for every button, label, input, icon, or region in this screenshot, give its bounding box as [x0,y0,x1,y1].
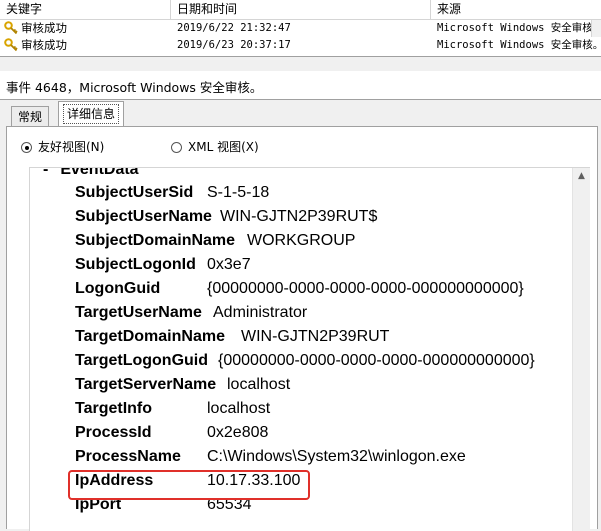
field-value: localhost [227,376,291,393]
field-value: 0x2e808 [207,424,269,441]
key-icon [4,38,18,52]
field-name: LogonGuid [75,280,161,297]
row-keyword-cell: 审核成功 [4,20,169,36]
field-name: SubjectDomainName [75,232,236,249]
field-value: 0x3e7 [207,256,251,273]
tab-general[interactable]: 常规 [11,106,50,126]
event-list-row[interactable]: 审核成功 2019/6/23 20:37:17 Microsoft Window… [0,37,601,53]
pane-splitter[interactable] [0,57,601,71]
tab-details[interactable]: 详细信息 [58,101,125,127]
field-name: TargetInfo [75,400,153,417]
event-title-bar: 事件 4648，Microsoft Windows 安全审核。 [0,71,601,100]
detail-tabs: 常规 详细信息 [0,100,601,127]
field-value: WORKGROUP [247,232,356,249]
field-value: S-1-5-18 [207,184,270,201]
field-name: SubjectUserSid [75,184,194,201]
xml-view-label: XML 视图(X) [188,140,259,154]
column-header-source[interactable]: 来源 [431,0,601,19]
field-name: TargetDomainName [75,328,225,345]
list-scrollbar[interactable] [591,20,601,37]
field-name: ProcessName [75,448,181,465]
collapse-toggle-icon[interactable]: - [43,168,48,178]
row-keyword-cell: 审核成功 [4,37,169,53]
scroll-up-arrow-icon[interactable]: ▲ [573,168,590,185]
field-value: localhost [207,400,271,417]
radio-unselected-icon [171,142,182,153]
field-value: {00000000-0000-0000-0000-000000000000} [207,280,524,297]
xml-view-radio[interactable]: XML 视图(X) [171,139,259,155]
eventdata-section-label: EventData [60,167,139,178]
row-datetime-cell: 2019/6/23 20:37:17 [177,39,291,51]
field-value: WIN-GJTN2P39RUT$ [220,208,378,225]
friendly-view-label: 友好视图(N) [38,140,105,154]
event-list: 关键字 日期和时间 来源 审核成功 2019/6/22 21:32:47 Mic… [0,0,601,57]
column-header-keyword[interactable]: 关键字 [0,0,171,19]
row-source-cell: Microsoft Windows 安全审核。 [437,39,601,51]
event-data-view[interactable]: - EventData SubjectUserSid S-1-5-18 Subject… [29,167,590,531]
key-icon [4,21,18,35]
radio-selected-icon [21,142,32,153]
tab-details-label: 详细信息 [63,104,120,124]
eventdata-section-header[interactable]: - EventData [43,167,139,180]
event-list-header: 关键字 日期和时间 来源 [0,0,601,20]
field-name: TargetServerName [75,376,217,393]
row-keyword-text: 审核成功 [21,21,67,35]
row-keyword-text: 审核成功 [21,38,67,52]
field-name: SubjectUserName [75,208,212,225]
event-title: 事件 4648，Microsoft Windows 安全审核。 [6,80,263,95]
vertical-scrollbar[interactable]: ▲ [572,168,590,531]
field-name: TargetLogonGuid [75,352,209,369]
details-panel: 友好视图(N) XML 视图(X) - EventData SubjectUser… [6,126,598,531]
field-value: WIN-GJTN2P39RUT [241,328,390,345]
friendly-view-radio[interactable]: 友好视图(N) [21,139,104,155]
field-name: ProcessId [75,424,152,441]
event-list-row[interactable]: 审核成功 2019/6/22 21:32:47 Microsoft Window… [0,20,601,36]
field-value: C:\Windows\System32\winlogon.exe [207,448,466,465]
column-header-datetime[interactable]: 日期和时间 [171,0,431,19]
field-value: {00000000-0000-0000-0000-000000000000} [218,352,535,369]
ipaddress-highlight-box [68,470,310,500]
row-datetime-cell: 2019/6/22 21:32:47 [177,22,291,34]
field-value: Administrator [213,304,308,321]
field-name: SubjectLogonId [75,256,196,273]
field-name: TargetUserName [75,304,202,321]
row-source-cell: Microsoft Windows 安全审核。 [437,22,601,34]
